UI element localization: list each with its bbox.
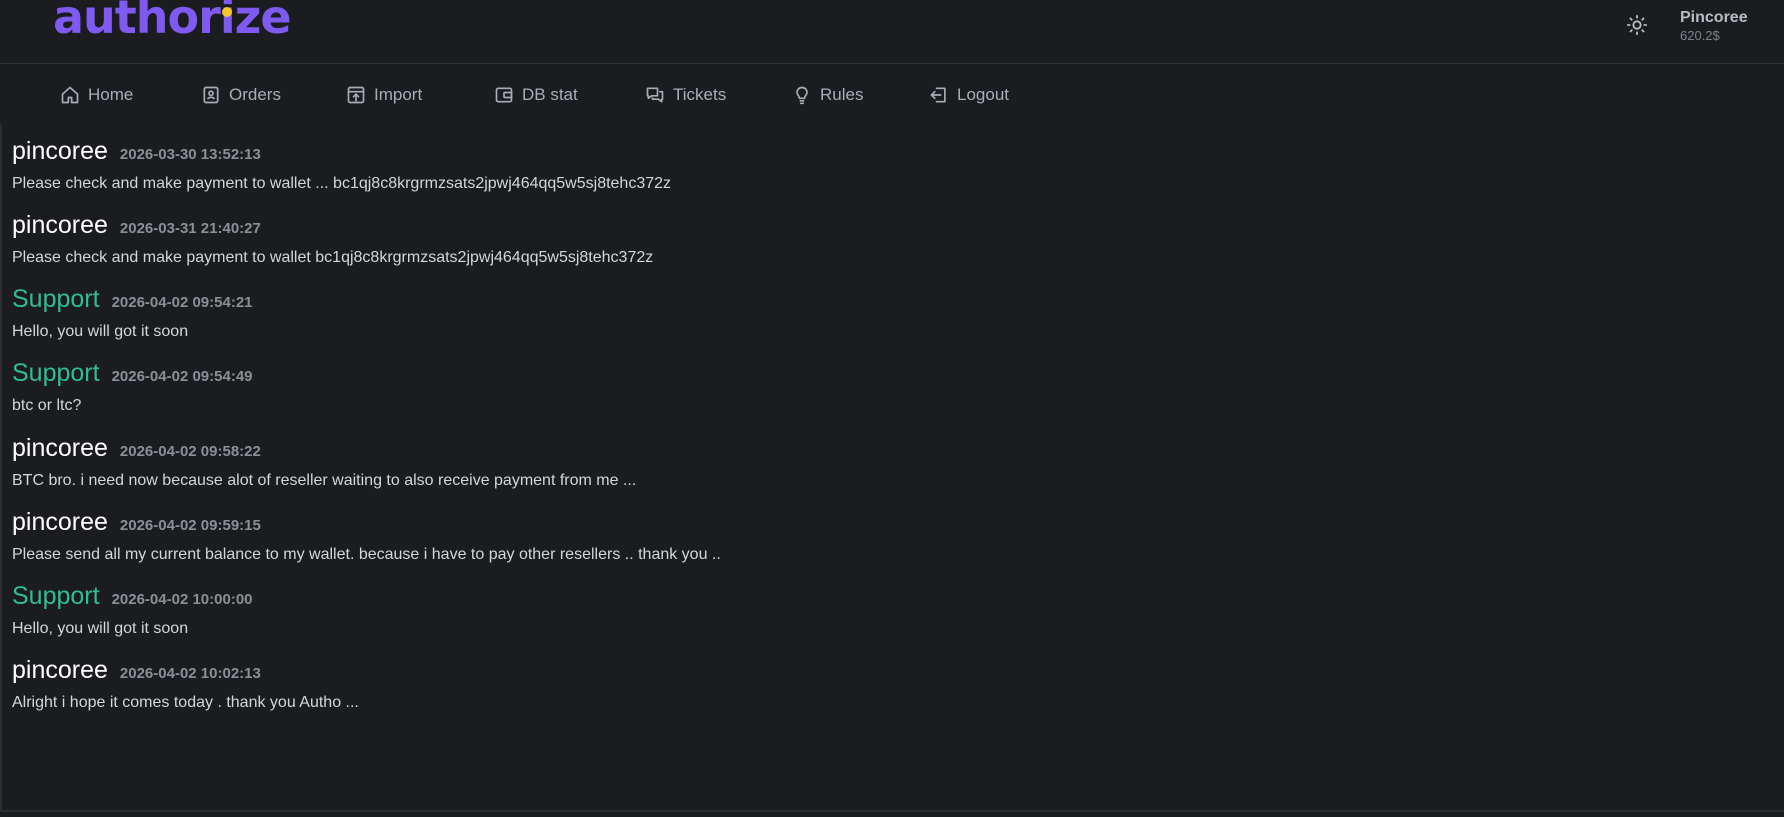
message-author: pincoree [12,211,108,239]
message-text: btc or ltc? [12,397,82,414]
nav-db-stat-label: DB stat [522,85,578,104]
brand-logo[interactable]: authorize [53,0,292,40]
nav-orders[interactable]: Orders [201,82,281,108]
nav-orders-label: Orders [229,85,281,104]
message-author: pincoree [12,137,108,165]
nav-db-stat[interactable]: DB stat [494,82,578,108]
message-timestamp: 2026-04-02 09:58:22 [119,443,261,460]
logout-icon [929,85,949,105]
top-header: authorize Pincoree 620.2$ [0,0,1784,64]
theme-toggle-button[interactable] [1624,14,1650,40]
orders-icon [201,85,221,105]
message-text: Please check and make payment to wallet … [12,249,654,266]
message-author: Support [12,359,100,387]
sun-icon [1626,14,1648,41]
message-author: pincoree [12,508,108,536]
message-item: pincoree 2026-04-02 09:59:15 Please send… [12,507,1712,565]
message-timestamp: 2026-04-02 09:54:49 [111,368,253,385]
nav-rules[interactable]: Rules [792,82,863,108]
user-name: Pincoree [1680,9,1748,26]
ticket-message-list[interactable]: pincoree 2026-03-30 13:52:13 Please chec… [0,124,1784,812]
message-item: pincoree 2026-03-30 13:52:13 Please chec… [12,136,1712,194]
lightbulb-icon [792,85,812,105]
user-account[interactable]: Pincoree 620.2$ [1680,8,1780,44]
message-author: pincoree [12,434,108,462]
message-timestamp: 2026-04-02 09:59:15 [119,517,261,534]
message-item: Support 2026-04-02 10:00:00 Hello, you w… [12,581,1712,639]
nav-tickets[interactable]: Tickets [645,82,726,108]
nav-rules-label: Rules [820,85,864,104]
wallet-icon [494,85,514,105]
message-timestamp: 2026-04-02 10:00:00 [111,591,253,608]
main-nav: Home Orders Import DB stat Tickets Rules… [0,64,1784,124]
home-icon [60,85,80,105]
chat-icon [645,85,665,105]
message-item: Support 2026-04-02 09:54:49 btc or ltc? [12,358,1712,416]
message-text: Please check and make payment to wallet … [12,175,672,192]
nav-logout[interactable]: Logout [929,82,1009,108]
user-balance: 620.2$ [1680,28,1720,43]
message-item: pincoree 2026-04-02 09:58:22 BTC bro. i … [12,433,1712,491]
message-author: Support [12,285,100,313]
nav-home[interactable]: Home [60,82,133,108]
logo-dot [222,7,232,17]
message-text: BTC bro. i need now because alot of rese… [12,472,637,489]
message-timestamp: 2026-04-02 10:02:13 [119,665,261,682]
message-timestamp: 2026-04-02 09:54:21 [111,294,253,311]
message-author: pincoree [12,656,108,684]
nav-logout-label: Logout [957,85,1009,104]
message-item: pincoree 2026-03-31 21:40:27 Please chec… [12,210,1712,268]
import-icon [346,85,366,105]
message-text: Alright i hope it comes today . thank yo… [12,694,359,711]
message-author: Support [12,582,100,610]
message-item: pincoree 2026-04-02 10:02:13 Alright i h… [12,655,1712,713]
nav-import[interactable]: Import [346,82,422,108]
message-timestamp: 2026-03-30 13:52:13 [119,146,261,163]
message-text: Please send all my current balance to my… [12,546,721,563]
message-timestamp: 2026-03-31 21:40:27 [119,220,261,237]
nav-home-label: Home [88,85,134,104]
message-text: Hello, you will got it soon [12,323,189,340]
message-item: Support 2026-04-02 09:54:21 Hello, you w… [12,284,1712,342]
nav-tickets-label: Tickets [673,85,727,104]
message-text: Hello, you will got it soon [12,620,189,637]
nav-import-label: Import [374,85,423,104]
